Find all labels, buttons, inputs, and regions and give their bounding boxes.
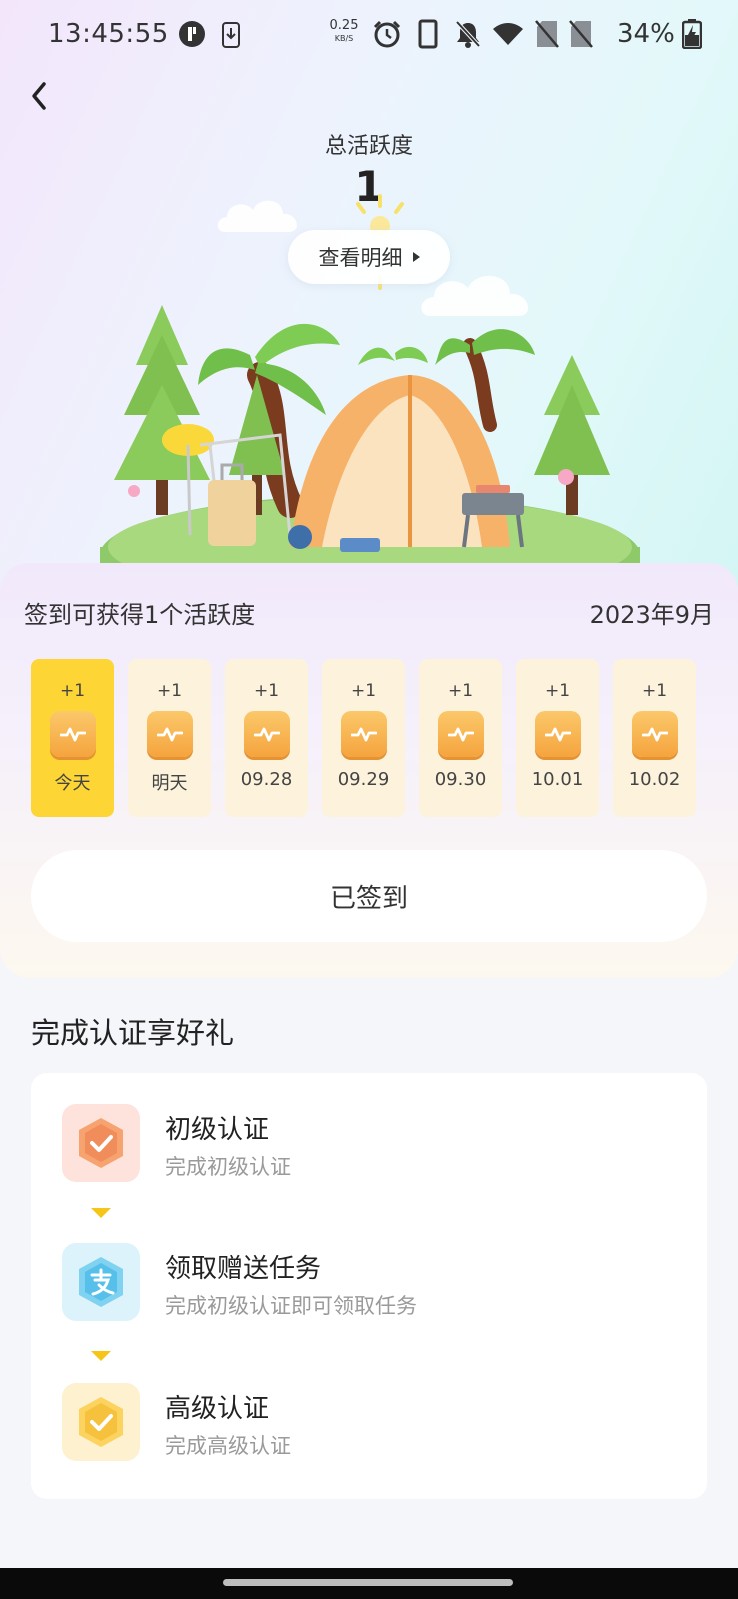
signed-in-button[interactable]: 已签到 [31, 850, 707, 942]
day-label: 09.29 [337, 769, 390, 790]
profile-icon [179, 21, 205, 47]
caret-right-icon [412, 252, 420, 262]
cert-item-subtitle: 完成高级认证 [165, 1434, 291, 1458]
checkin-title: 签到可获得1个活跃度 [24, 601, 256, 629]
back-chevron-icon[interactable] [22, 72, 70, 120]
phone-icon [418, 19, 438, 49]
home-gesture-handle[interactable] [223, 1579, 513, 1586]
day-cell-today[interactable]: +1 今天 [31, 659, 114, 817]
certification-card: 初级认证 完成初级认证 领取赠送任务 完成初级认证即可领取任务 高级认证 完成高… [31, 1073, 707, 1499]
cert-item-subtitle: 完成初级认证 [165, 1155, 291, 1179]
system-nav-bar [0, 1568, 738, 1599]
mute-bell-icon [455, 20, 481, 48]
activity-pulse-icon [243, 711, 290, 757]
step-connector-icon [91, 1208, 111, 1218]
no-sim-icon [535, 20, 559, 48]
activity-pulse-icon [437, 711, 484, 757]
alarm-icon [373, 20, 401, 48]
activity-pulse-icon [534, 711, 581, 757]
day-reward: +1 [59, 681, 86, 701]
certification-section-title: 完成认证享好礼 [31, 1016, 235, 1050]
checkin-month: 2023年9月 [589, 601, 714, 629]
day-reward: +1 [641, 681, 668, 701]
day-reward: +1 [447, 681, 474, 701]
total-activity-title: 总活跃度 [324, 134, 413, 159]
shield-check-icon [62, 1104, 140, 1182]
net-speed: 0.25 KB/S [329, 18, 359, 43]
hero-banner: 13:45:55 0.25 KB/S 34% 总活跃度 1 查看明细 [0, 0, 738, 600]
step-connector-icon [91, 1351, 111, 1361]
cert-item-subtitle: 完成初级认证即可领取任务 [165, 1294, 417, 1318]
day-cell[interactable]: +1 10.01 [516, 659, 599, 817]
cert-item-title: 领取赠送任务 [165, 1254, 322, 1284]
day-label: 09.30 [434, 769, 487, 790]
activity-pulse-icon [49, 711, 96, 757]
activity-pulse-icon [631, 711, 678, 757]
day-label: 今天 [54, 773, 91, 794]
cert-item-title: 初级认证 [165, 1115, 270, 1145]
view-details-label: 查看明细 [318, 246, 403, 270]
day-cell[interactable]: +1 10.02 [613, 659, 696, 817]
wifi-icon [493, 23, 523, 45]
day-label: 10.02 [628, 769, 681, 790]
cloud-decoration [217, 200, 297, 232]
day-label: 明天 [151, 773, 188, 794]
download-icon [222, 22, 240, 48]
checkin-card: 签到可获得1个活跃度 2023年9月 +1 今天 +1 明天 +1 09.28 … [0, 563, 738, 978]
day-reward: +1 [156, 681, 183, 701]
activity-pulse-icon [340, 711, 387, 757]
day-reward: +1 [350, 681, 377, 701]
activity-pulse-icon [146, 711, 193, 757]
cert-item-title: 高级认证 [165, 1394, 270, 1424]
day-label: 10.01 [531, 769, 584, 790]
day-reward: +1 [544, 681, 571, 701]
view-details-button[interactable]: 查看明细 [288, 230, 450, 284]
battery-charging-icon [682, 19, 702, 49]
day-cell[interactable]: +1 09.29 [322, 659, 405, 817]
shield-check-icon [62, 1383, 140, 1461]
no-sim-icon [569, 20, 593, 48]
camping-scene-illustration [100, 305, 640, 595]
day-label: 09.28 [240, 769, 293, 790]
battery-percent: 34% [617, 19, 675, 49]
alipay-icon [62, 1243, 140, 1321]
status-bar: 13:45:55 0.25 KB/S 34% [0, 0, 738, 70]
day-reward: +1 [253, 681, 280, 701]
checkin-days: +1 今天 +1 明天 +1 09.28 +1 09.29 +1 09.30 +… [31, 659, 711, 817]
day-cell[interactable]: +1 09.30 [419, 659, 502, 817]
day-cell[interactable]: +1 明天 [128, 659, 211, 817]
day-cell[interactable]: +1 09.28 [225, 659, 308, 817]
status-time: 13:45:55 [48, 19, 169, 49]
